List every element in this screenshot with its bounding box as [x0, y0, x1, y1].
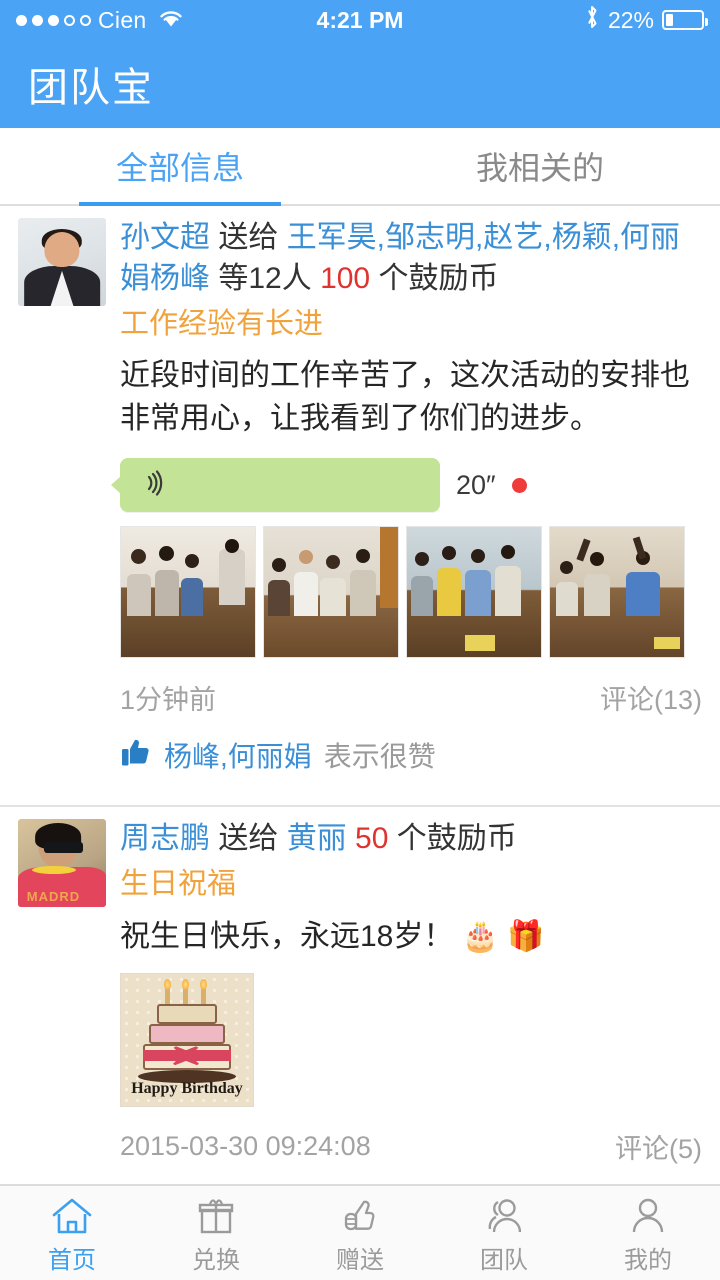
- birthday-card-image[interactable]: Happy Birthday: [120, 972, 254, 1107]
- post-image-thumbnail[interactable]: [120, 526, 256, 659]
- post-verb: 送给: [218, 822, 279, 856]
- tabbar-item-team[interactable]: 团队: [432, 1192, 576, 1275]
- post-amount: 100: [320, 261, 371, 295]
- post-amount-unit: 个鼓励币: [378, 261, 499, 295]
- thumbs-up-icon[interactable]: [120, 737, 152, 773]
- battery-percent-label: 22%: [607, 6, 654, 33]
- tab-related-to-me[interactable]: 我相关的: [360, 128, 720, 204]
- tabbar-item-give[interactable]: 赠送: [288, 1192, 432, 1275]
- status-bar: Cien 4:21 PM 22%: [0, 0, 720, 40]
- tab-all-messages[interactable]: 全部信息: [0, 128, 360, 206]
- voice-duration: 20″: [456, 469, 496, 500]
- voice-unread-dot: [511, 477, 527, 493]
- status-bar-left: Cien: [16, 7, 184, 34]
- thumbs-up-icon: [339, 1192, 381, 1236]
- post-subtitle: 工作经验有长进: [120, 307, 324, 340]
- avatar[interactable]: [18, 218, 106, 306]
- birthday-card-text: Happy Birthday: [131, 1079, 243, 1097]
- home-icon: [50, 1192, 94, 1236]
- feed-post[interactable]: MADRD 周志鹏 送给 黄丽 50 个鼓励币 生日祝福 祝生日快乐，永远18岁…: [0, 807, 720, 1234]
- tabbar-item-home-label: 首页: [48, 1246, 96, 1274]
- post-headline: 孙文超 送给 王军昊,邹志明,赵艺,杨颖,何丽娟杨峰 等12人 100 个鼓励币: [120, 218, 702, 300]
- cake-and-gift-emoji: 🎂 🎁: [461, 919, 545, 953]
- post-image-thumbnail[interactable]: [406, 526, 542, 659]
- post-sender-name[interactable]: 周志鹏: [120, 822, 210, 855]
- team-icon: [481, 1192, 527, 1236]
- post-image-thumbnail[interactable]: [549, 526, 685, 659]
- tabbar-item-home[interactable]: 首页: [0, 1192, 144, 1275]
- tabbar-item-give-label: 赠送: [336, 1246, 384, 1274]
- post-meta: 2015-03-30 09:24:08 评论(5): [120, 1127, 702, 1166]
- message-feed: 孙文超 送给 王军昊,邹志明,赵艺,杨颖,何丽娟杨峰 等12人 100 个鼓励币…: [0, 206, 720, 1234]
- app-header: 团队宝: [0, 40, 720, 128]
- avatar[interactable]: MADRD: [18, 819, 106, 908]
- page-title: 团队宝: [28, 66, 154, 110]
- post-amount: 50: [355, 822, 389, 856]
- post-timestamp: 1分钟前: [120, 685, 217, 716]
- carrier-name: Cien: [98, 6, 147, 33]
- post-likes: 杨峰,何丽娟 表示很赞: [120, 735, 702, 775]
- post-content-text: 祝生日快乐，永远18岁！: [120, 919, 454, 953]
- tabbar-item-exchange-label: 兑换: [192, 1246, 240, 1274]
- post-like-tail: 表示很赞: [323, 741, 436, 773]
- post-receivers[interactable]: 黄丽: [287, 822, 347, 855]
- post-comments-link[interactable]: 评论(13): [600, 678, 702, 717]
- post-comments-link[interactable]: 评论(5): [615, 1127, 702, 1166]
- battery-icon: [662, 10, 708, 30]
- post-verb: 送给: [218, 221, 279, 254]
- post-content: 近段时间的工作辛苦了，这次活动的安排也非常用心，让我看到了你们的进步。: [120, 359, 690, 435]
- segment-tabs: 全部信息 我相关的: [0, 128, 720, 206]
- post-amount-unit: 个鼓励币: [396, 822, 517, 856]
- post-sender-name[interactable]: 孙文超: [120, 221, 210, 254]
- signal-strength-icon: [16, 14, 91, 26]
- post-separator: [0, 785, 720, 808]
- tabbar-item-mine-label: 我的: [624, 1246, 672, 1274]
- bottom-tab-bar: 首页 兑换 赠送 团队 我的: [0, 1184, 720, 1280]
- tabbar-item-team-label: 团队: [480, 1246, 528, 1274]
- gift-icon: [195, 1192, 237, 1236]
- post-like-names[interactable]: 杨峰,何丽娟: [164, 735, 312, 775]
- tab-related-to-me-label: 我相关的: [475, 150, 604, 186]
- tabbar-item-mine[interactable]: 我的: [576, 1192, 720, 1275]
- post-image-thumbnail[interactable]: [263, 526, 399, 659]
- post-others-count: 等12人: [218, 261, 312, 295]
- post-timestamp: 2015-03-30 09:24:08: [120, 1130, 371, 1161]
- status-bar-right: 22%: [584, 4, 708, 36]
- voice-message-row[interactable]: 20″: [120, 458, 702, 513]
- post-content: 祝生日快乐，永远18岁！ 🎂 🎁: [120, 916, 702, 959]
- post-image-strip: [120, 526, 702, 659]
- sound-wave-icon: [140, 468, 170, 502]
- feed-post[interactable]: 孙文超 送给 王军昊,邹志明,赵艺,杨颖,何丽娟杨峰 等12人 100 个鼓励币…: [0, 206, 720, 786]
- wifi-icon: [158, 7, 184, 34]
- tab-all-messages-label: 全部信息: [115, 150, 244, 186]
- voice-message-bubble[interactable]: [120, 458, 440, 513]
- post-headline: 周志鹏 送给 黄丽 50 个鼓励币: [120, 819, 702, 860]
- post-meta: 1分钟前 评论(13): [120, 678, 702, 717]
- tabbar-item-exchange[interactable]: 兑换: [144, 1192, 288, 1275]
- person-icon: [627, 1192, 669, 1236]
- bluetooth-icon: [584, 4, 600, 36]
- post-subtitle: 生日祝福: [120, 868, 237, 901]
